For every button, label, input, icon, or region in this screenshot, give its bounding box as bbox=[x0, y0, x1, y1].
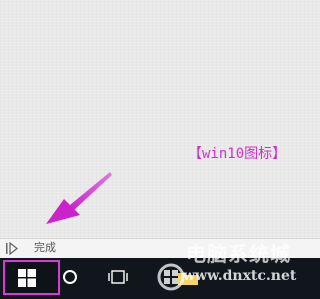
start-button[interactable] bbox=[3, 260, 60, 295]
task-view-icon[interactable] bbox=[107, 267, 129, 287]
status-text: 完成 bbox=[34, 241, 56, 254]
taskbar bbox=[0, 258, 320, 299]
annotation-caption: 【win10图标】 bbox=[188, 146, 287, 162]
status-strip: 完成 bbox=[0, 238, 320, 258]
folder-icon[interactable] bbox=[177, 270, 199, 286]
windows-logo-icon bbox=[18, 269, 36, 287]
cortana-circle-icon[interactable] bbox=[63, 270, 77, 284]
play-step-icon[interactable] bbox=[5, 242, 19, 255]
desktop-area bbox=[0, 0, 320, 238]
screenshot: 【win10图标】 完成 电脑系统城 www.dnxtc.net bbox=[0, 0, 320, 299]
